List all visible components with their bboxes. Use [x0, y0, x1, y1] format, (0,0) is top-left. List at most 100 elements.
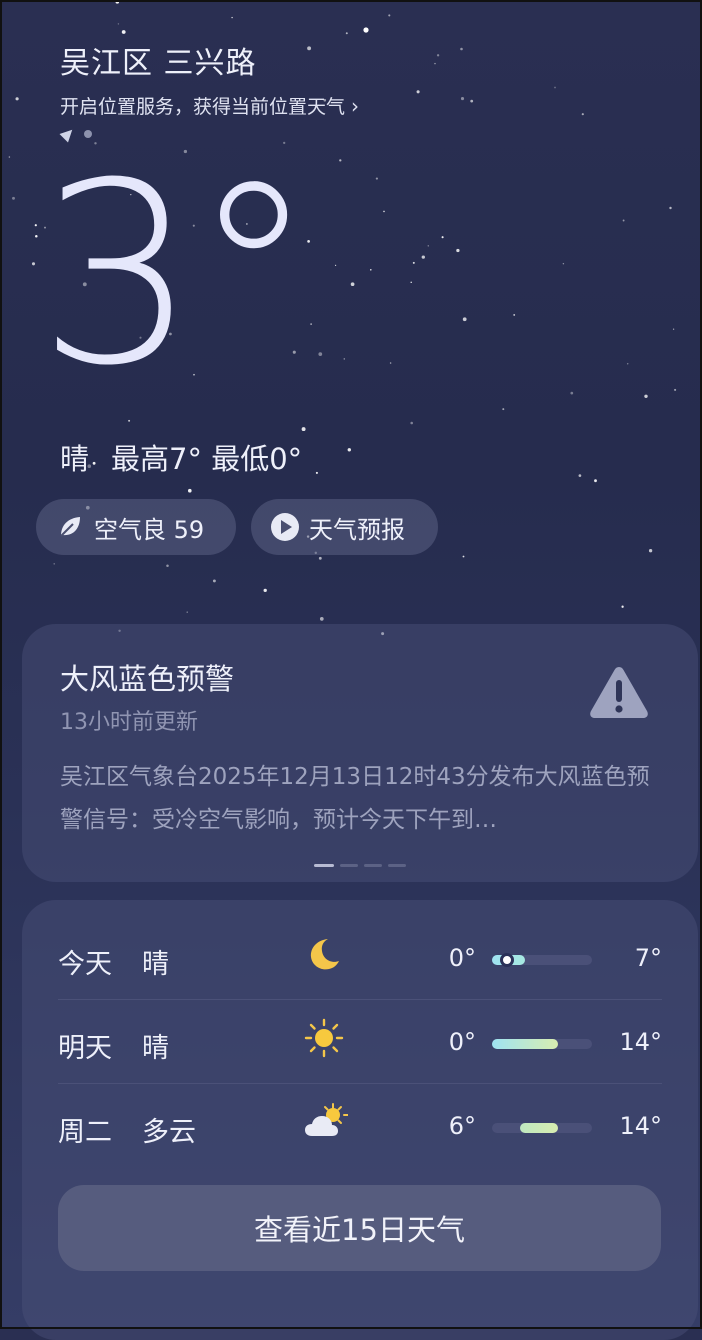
- star: [53, 563, 55, 565]
- star: [410, 421, 413, 425]
- pager-dot: [364, 864, 382, 867]
- star: [672, 328, 675, 330]
- star: [626, 363, 629, 365]
- star: [347, 448, 351, 452]
- view-15-day-forecast-button[interactable]: 查看近15日天气: [58, 1185, 661, 1271]
- star: [644, 394, 648, 399]
- star: [339, 159, 342, 162]
- leaf-icon: [60, 517, 80, 537]
- forecast-condition: 多云: [142, 1117, 196, 1148]
- star: [31, 262, 36, 266]
- weather-forecast-label: 天气预报: [309, 515, 405, 544]
- star: [389, 362, 392, 364]
- partly-cloudy-icon: [304, 1102, 349, 1146]
- star: [441, 236, 444, 239]
- star: [383, 210, 385, 213]
- alert-page-indicator: [314, 864, 406, 867]
- location-service-text: 开启位置服务，获得当前位置天气: [60, 96, 346, 118]
- forecast-row-tuesday[interactable]: 周二 多云 6° 14°: [58, 1084, 662, 1168]
- star: [115, 0, 120, 4]
- star: [345, 32, 348, 35]
- temperature-range-bar: [492, 953, 592, 967]
- forecast-row-tomorrow[interactable]: 明天 晴 0° 14°: [58, 1000, 662, 1084]
- star: [462, 317, 467, 322]
- forecast-day: 周二: [58, 1117, 112, 1148]
- star: [648, 549, 653, 553]
- current-condition: 晴: [60, 442, 90, 476]
- star: [318, 556, 322, 560]
- star: [594, 479, 597, 483]
- chevron-right-icon: ›: [351, 93, 360, 118]
- star: [460, 97, 465, 101]
- pager-dot: [340, 864, 358, 867]
- star: [460, 47, 463, 51]
- bright-star: [363, 27, 369, 33]
- star: [0, 310, 2, 314]
- star: [416, 90, 420, 94]
- pager-dot: [314, 864, 334, 867]
- star: [318, 352, 323, 356]
- pager-dot: [388, 864, 406, 867]
- star: [117, 23, 120, 25]
- forecast-row-today[interactable]: 今天 晴 0° 7°: [58, 916, 662, 1000]
- forecast-high: 14°: [619, 1112, 662, 1140]
- current-high-low: 最高7° 最低0°: [111, 436, 302, 478]
- star: [456, 248, 460, 253]
- alert-updated-time: 13小时前更新: [60, 710, 198, 735]
- star: [462, 555, 465, 558]
- star: [301, 427, 306, 432]
- current-temperature-marker: [500, 953, 514, 967]
- star: [410, 281, 412, 284]
- star: [128, 419, 131, 422]
- air-quality-label: 空气良 59: [94, 515, 205, 544]
- forecast-day: 今天: [58, 949, 112, 980]
- star: [470, 99, 474, 103]
- daily-forecast-card: 今天 晴 0° 7° 明天 晴 0° 14° 周二 多云 6° 14°: [22, 900, 698, 1340]
- weather-forecast-chip[interactable]: 天气预报: [251, 499, 438, 555]
- star: [502, 408, 505, 411]
- star: [307, 46, 312, 51]
- star: [34, 224, 37, 227]
- forecast-high: 7°: [634, 944, 662, 972]
- star: [562, 262, 565, 265]
- forecast-low: 0°: [448, 944, 476, 972]
- forecast-day: 明天: [58, 1033, 112, 1064]
- star: [8, 156, 11, 158]
- star: [412, 261, 415, 264]
- weather-alert-card[interactable]: 大风蓝色预警 13小时前更新 吴江区气象台2025年12月13日12时43分发布…: [22, 624, 698, 882]
- star: [186, 611, 188, 613]
- star: [513, 313, 516, 316]
- alert-title: 大风蓝色预警: [60, 662, 235, 696]
- star: [578, 474, 582, 477]
- temperature-range-fill: [492, 1039, 558, 1049]
- current-high: 最高7°: [111, 442, 202, 476]
- star: [188, 488, 192, 493]
- air-quality-chip[interactable]: 空气良 59: [36, 499, 236, 555]
- star: [121, 30, 126, 34]
- star: [15, 97, 19, 101]
- current-low: 最低0°: [211, 442, 303, 476]
- sun-icon: [304, 1018, 344, 1062]
- star: [370, 269, 372, 271]
- star: [421, 255, 425, 259]
- star: [319, 617, 324, 621]
- star: [434, 62, 436, 65]
- warning-icon: [588, 664, 650, 724]
- star: [343, 358, 346, 360]
- temperature-range-bar: [492, 1039, 592, 1049]
- star: [12, 196, 15, 200]
- star: [315, 471, 318, 474]
- star: [166, 564, 169, 568]
- star: [669, 206, 672, 210]
- play-icon: [271, 513, 299, 541]
- temperature-range-fill: [520, 1123, 558, 1133]
- location-title[interactable]: 吴江区 三兴路: [60, 38, 257, 82]
- forecast-condition: 晴: [142, 949, 169, 980]
- star: [622, 219, 625, 222]
- star: [674, 388, 677, 391]
- star: [554, 86, 556, 89]
- current-temperature: 3°: [38, 129, 316, 420]
- location-service-prompt[interactable]: 开启位置服务，获得当前位置天气 ›: [60, 92, 359, 119]
- star: [570, 391, 574, 395]
- temperature-range-bar: [492, 1123, 592, 1133]
